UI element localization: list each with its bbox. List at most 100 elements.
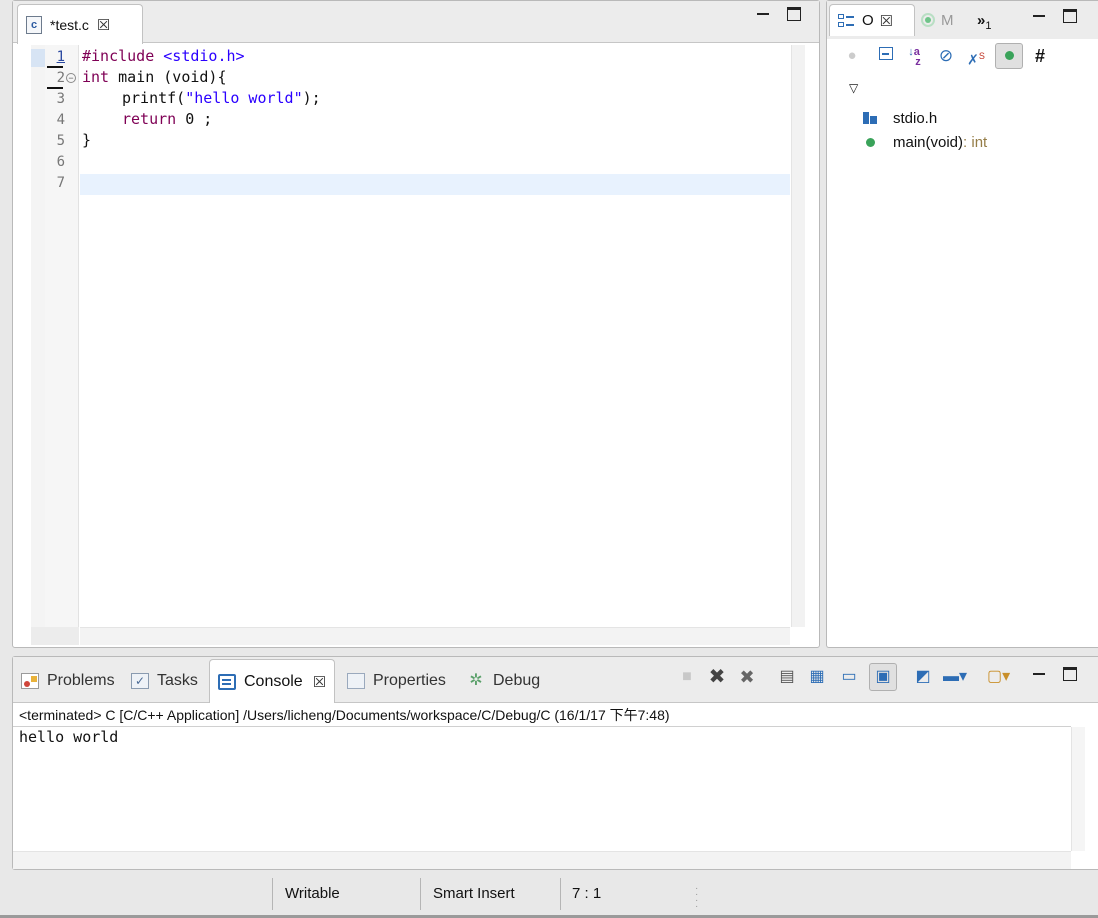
scroll-lock-icon[interactable]: ▦ [807, 667, 827, 687]
line-number: 6 [56, 154, 65, 170]
status-bar-handle[interactable]: · · · · [695, 884, 698, 912]
minimize-icon [1033, 667, 1045, 675]
minimize-icon [1033, 9, 1045, 17]
outline-tab-strip: O ☒ M » 1 [827, 1, 1098, 39]
tab-console[interactable]: Console ☒ [209, 659, 336, 703]
console-panel: Problems ✓ Tasks Console ☒ Properties ✲ … [12, 656, 1098, 870]
overflow-count: 1 [985, 20, 992, 32]
outline-icon [838, 13, 854, 29]
remove-all-terminated-icon[interactable]: ✖ [737, 667, 757, 687]
function-icon [866, 137, 875, 147]
gutter-scroll-corner [31, 627, 79, 645]
console-horizontal-scrollbar[interactable] [13, 851, 1071, 869]
tab-make-targets[interactable]: M [921, 4, 954, 36]
remove-launch-icon[interactable]: ✖ [707, 667, 727, 687]
insert-mode-status: Smart Insert [433, 885, 515, 902]
show-console-on-output-icon[interactable]: ▣ [869, 663, 897, 691]
line-marker [47, 66, 63, 68]
collapse-all-icon[interactable] [877, 47, 895, 65]
tab-problems[interactable]: Problems [21, 665, 115, 697]
code-line: #include <stdio.h> [82, 47, 245, 65]
tab-outline[interactable]: O ☒ [829, 4, 915, 36]
console-output[interactable]: hello world [19, 727, 118, 747]
fold-collapse-icon[interactable]: − [66, 73, 76, 83]
bottom-tab-strip: Problems ✓ Tasks Console ☒ Properties ✲ … [13, 657, 1098, 703]
editor-panel: c *test.c ☒ 1 2 3 4 5 6 7 − #include <st… [12, 0, 820, 648]
current-line-highlight [80, 174, 790, 195]
overflow-chevron-icon: » [977, 11, 986, 29]
tasks-icon: ✓ [131, 673, 149, 689]
line-number: 7 [56, 175, 65, 191]
line-number: 5 [56, 133, 65, 149]
tab-debug[interactable]: ✲ Debug [467, 665, 540, 697]
outline-item-include[interactable]: stdio.h [863, 107, 937, 129]
tab-test-c[interactable]: c *test.c ☒ [17, 4, 143, 44]
code-editor[interactable]: #include <stdio.h> int main (void){ prin… [80, 45, 790, 627]
hide-static-icon[interactable]: ✗S [967, 47, 985, 68]
annotation-ruler [31, 45, 45, 627]
outline-item-label: stdio.h [893, 109, 938, 127]
minimize-button[interactable] [757, 7, 771, 21]
close-icon[interactable]: ☒ [313, 673, 326, 691]
clear-console-icon[interactable]: ▤ [777, 667, 797, 687]
editor-vertical-scrollbar[interactable] [791, 45, 805, 627]
tab-tasks[interactable]: ✓ Tasks [131, 665, 198, 697]
close-icon[interactable]: ☒ [97, 16, 110, 34]
minimize-button[interactable] [1033, 667, 1047, 681]
maximize-button[interactable] [1063, 667, 1077, 681]
minimize-button[interactable] [1033, 9, 1047, 23]
code-line: printf("hello world"); [122, 89, 321, 107]
tab-label: *test.c [50, 16, 89, 33]
divider [13, 726, 1071, 727]
maximize-button[interactable] [1063, 9, 1077, 23]
display-console-icon[interactable]: ▬▾ [943, 667, 967, 687]
include-icon [863, 112, 877, 124]
expand-toggle[interactable]: ▽ [849, 77, 858, 99]
hide-macros-icon[interactable]: # [1031, 47, 1049, 65]
line-number: 2 [56, 70, 65, 86]
make-target-icon [921, 13, 935, 27]
word-wrap-icon[interactable]: ▭ [839, 667, 859, 687]
outline-item-function[interactable]: main(void) : int [863, 131, 987, 153]
editor-horizontal-scrollbar[interactable] [80, 627, 790, 645]
line-marker [47, 87, 63, 89]
close-icon[interactable]: ☒ [880, 12, 893, 30]
line-number: 3 [56, 91, 65, 107]
return-type: : int [963, 133, 988, 151]
terminate-icon[interactable]: ■ [677, 667, 697, 687]
maximize-button[interactable] [787, 7, 801, 21]
outline-panel: O ☒ M » 1 ● ↓a z ⊘ ✗S # ▽ stdio.h main(voi… [826, 0, 1098, 648]
properties-icon [347, 673, 365, 689]
line-number: 4 [56, 112, 65, 128]
tab-tasks-label: Tasks [157, 672, 198, 689]
tab-make-targets-label: M [941, 11, 954, 29]
cursor-position: 7 : 1 [572, 885, 602, 902]
tab-problems-label: Problems [47, 672, 115, 689]
tab-outline-label: O [862, 12, 874, 29]
hide-nonpublic-icon[interactable]: ⊘ [937, 47, 955, 65]
status-bar: Writable Smart Insert 7 : 1 · · · · [0, 872, 1098, 918]
problems-icon [21, 673, 39, 689]
chevron-down-icon: ▽ [849, 81, 859, 95]
line-number: 1 [56, 49, 65, 65]
c-file-icon: c [26, 15, 42, 34]
hide-members-icon[interactable] [995, 43, 1023, 69]
minimize-icon [757, 7, 769, 15]
code-line: int main (void){ [82, 68, 227, 86]
outline-toolbar: ● ↓a z ⊘ ✗S # [827, 39, 1098, 73]
view-overflow-menu[interactable]: » 1 [977, 4, 991, 36]
console-icon [218, 673, 236, 690]
open-console-icon[interactable]: ▢▾ [987, 667, 1010, 687]
tab-properties[interactable]: Properties [347, 665, 446, 697]
code-line: } [82, 131, 92, 149]
hide-fields-icon[interactable]: ● [843, 47, 861, 65]
pin-console-icon[interactable]: ◩ [913, 667, 933, 687]
tab-debug-label: Debug [493, 672, 541, 689]
ruler-marker [31, 49, 45, 67]
editor-tab-strip: c *test.c ☒ [13, 1, 819, 44]
console-vertical-scrollbar[interactable] [1071, 727, 1085, 851]
writable-status: Writable [285, 885, 340, 902]
debug-icon: ✲ [469, 672, 483, 689]
sort-az-icon[interactable]: ↓a z [905, 47, 923, 68]
tab-properties-label: Properties [373, 672, 446, 689]
